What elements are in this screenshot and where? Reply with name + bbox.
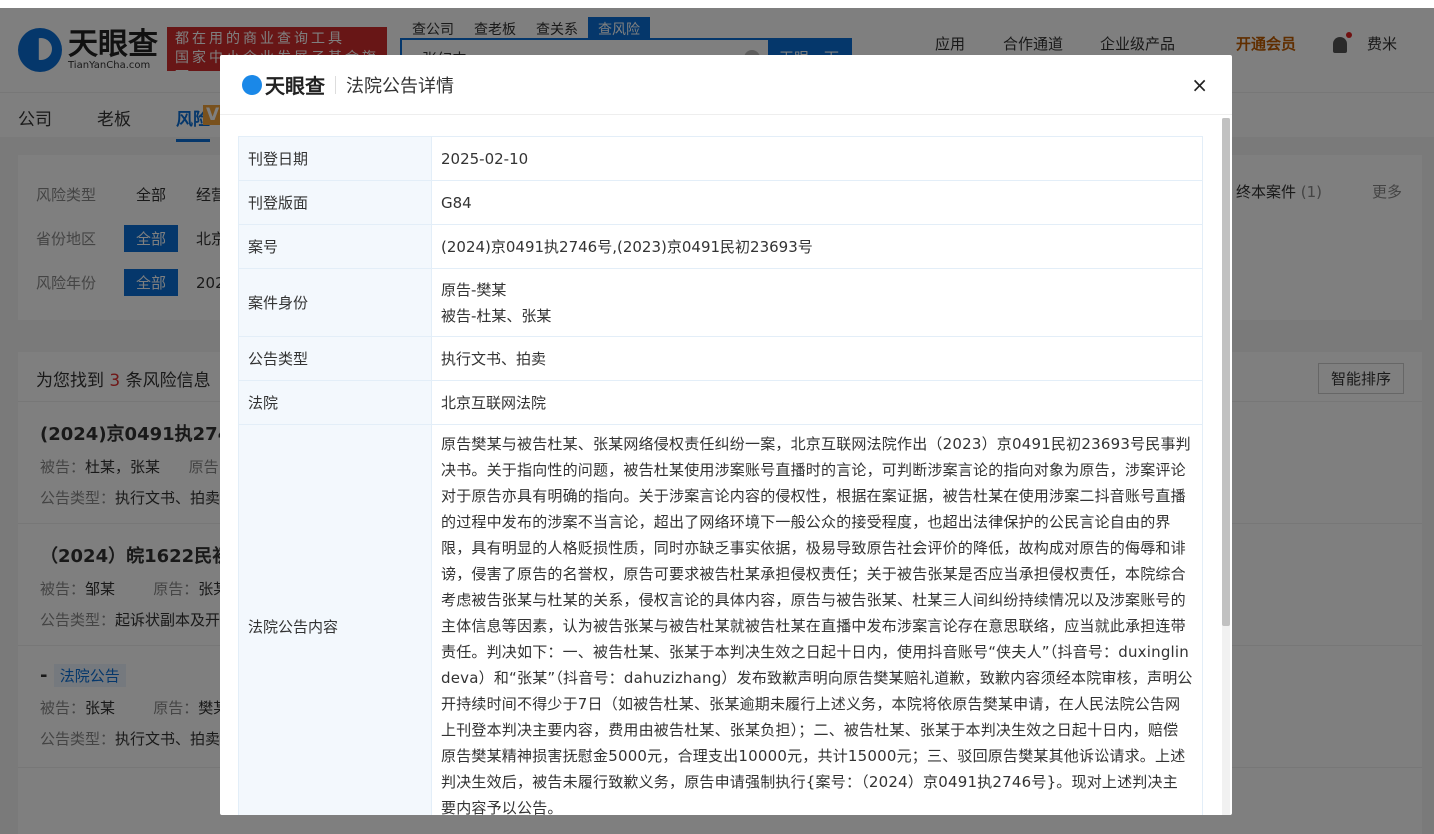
field-label: 公告类型 xyxy=(238,336,432,381)
logo-icon xyxy=(242,74,262,95)
field-value: 北京互联网法院 xyxy=(431,380,1203,425)
field-value: 执行文书、拍卖 xyxy=(431,336,1203,381)
modal-title: 法院公告详情 xyxy=(346,75,454,97)
field-label: 法院 xyxy=(238,380,432,425)
plaintiff-value: 原告-樊某 xyxy=(441,280,507,299)
notice-content: 原告樊某与被告杜某、张某网络侵权责任纠纷一案，北京互联网法院作出（2023）京0… xyxy=(431,424,1203,815)
scrollbar-thumb[interactable] xyxy=(1222,118,1230,626)
close-icon[interactable]: × xyxy=(1191,73,1208,97)
field-label: 刊登日期 xyxy=(238,136,432,181)
field-label: 案件身份 xyxy=(238,268,432,337)
table-row: 法院 北京互联网法院 xyxy=(238,380,1203,425)
defendant-value: 被告-杜某、张某 xyxy=(441,306,552,325)
field-label: 法院公告内容 xyxy=(238,424,432,815)
table-row: 公告类型 执行文书、拍卖 xyxy=(238,336,1203,381)
divider xyxy=(335,75,336,94)
field-value: G84 xyxy=(431,180,1203,225)
table-row: 刊登日期 2025-02-10 xyxy=(238,136,1203,181)
modal-scrollbar[interactable] xyxy=(1222,118,1230,815)
table-row: 刊登版面 G84 xyxy=(238,180,1203,225)
detail-table: 刊登日期 2025-02-10 刊登版面 G84 案号 (2024)京0491执274… xyxy=(238,136,1203,815)
table-row: 案号 (2024)京0491执2746号,(2023)京0491民初23693号 xyxy=(238,224,1203,269)
logo-text: 天眼查 xyxy=(265,74,325,98)
table-row: 案件身份 原告-樊某被告-杜某、张某 xyxy=(238,268,1203,337)
field-label: 刊登版面 xyxy=(238,180,432,225)
modal-body: 刊登日期 2025-02-10 刊登版面 G84 案号 (2024)京0491执274… xyxy=(238,136,1204,815)
court-notice-modal: 天眼查 法院公告详情 × 刊登日期 2025-02-10 刊登版面 G84 案号 (2… xyxy=(220,55,1232,815)
modal-header: 天眼查 法院公告详情 × xyxy=(220,55,1232,115)
field-label: 案号 xyxy=(238,224,432,269)
field-value: 2025-02-10 xyxy=(431,136,1203,181)
modal-logo: 天眼查 xyxy=(242,70,325,99)
browser-top-strip xyxy=(0,0,1434,8)
table-row: 法院公告内容 原告樊某与被告杜某、张某网络侵权责任纠纷一案，北京互联网法院作出（2… xyxy=(238,424,1203,815)
field-value: (2024)京0491执2746号,(2023)京0491民初23693号 xyxy=(431,224,1203,269)
